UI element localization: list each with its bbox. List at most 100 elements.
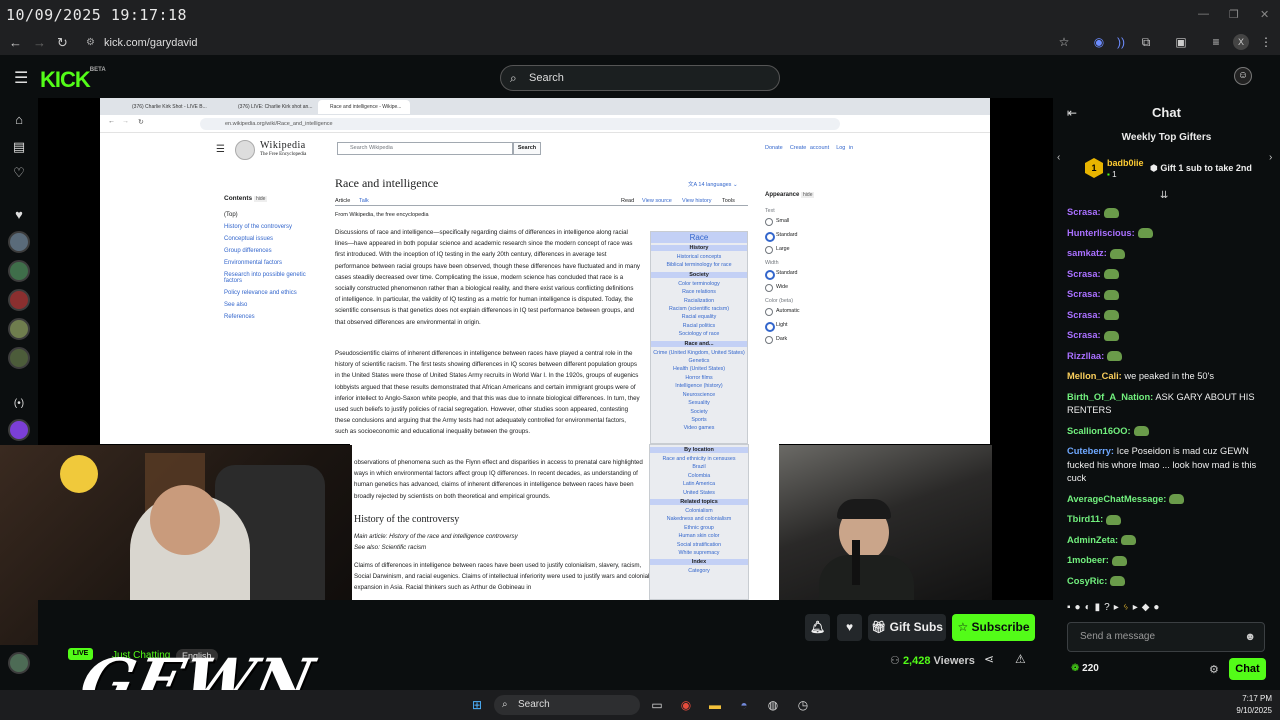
notification-bell-button[interactable]: 🔔︎	[805, 614, 830, 641]
share-icon[interactable]: ⋖	[984, 652, 994, 666]
gifter-name[interactable]: badb0iie	[1107, 158, 1144, 168]
chat-username[interactable]: Rizzllaa:	[1067, 351, 1104, 361]
report-icon[interactable]: ⚠	[1015, 652, 1026, 666]
channel-avatar[interactable]	[8, 347, 30, 369]
chat-username[interactable]: Scrasa:	[1067, 289, 1101, 299]
toc-title: Contents hide	[224, 195, 268, 202]
channel-avatar[interactable]	[8, 231, 30, 253]
chat-username[interactable]: samkatz:	[1067, 248, 1107, 258]
windows-start-icon[interactable]: ⊞	[468, 696, 486, 714]
gifter-count: ▪ 1	[1107, 170, 1117, 179]
following-heart-icon[interactable]: ♥	[11, 207, 27, 223]
file-explorer-icon[interactable]: ▬	[706, 696, 724, 714]
gifters-next-icon[interactable]: ›	[1269, 152, 1272, 163]
gift-subs-button[interactable]: 🎁︎ Gift Subs	[868, 614, 946, 641]
app-icon[interactable]: ◍	[764, 696, 782, 714]
home-icon[interactable]: ⌂	[11, 112, 27, 128]
infobox-title: Race	[651, 232, 747, 243]
chat-emote-icon	[1103, 289, 1119, 300]
bookmark-star-icon[interactable]: ☆	[1056, 34, 1072, 50]
chat-input[interactable]: Send a message ☻	[1067, 622, 1265, 652]
chat-username[interactable]: Scrasa:	[1067, 269, 1101, 279]
channel-avatar[interactable]	[8, 289, 30, 311]
chat-username[interactable]: Tbird11:	[1067, 514, 1103, 524]
chat-send-button[interactable]: Chat	[1229, 658, 1266, 680]
taskbar-search[interactable]: ⌕ Search	[494, 695, 640, 715]
channel-avatar[interactable]	[8, 419, 30, 441]
wiki-tagline: The Free Encyclopedia	[260, 152, 307, 157]
task-view-icon[interactable]: ▭	[648, 696, 666, 714]
chat-emote-icon	[1103, 330, 1119, 341]
chat-messages: Scrasa: Hunterliscious: samkatz: Scrasa: Scr…	[1067, 206, 1267, 595]
emoji-icon[interactable]: ☻	[1244, 623, 1256, 651]
chat-username[interactable]: AverageChatMessage:	[1067, 494, 1166, 504]
infobox-link: Racial equality	[681, 314, 717, 321]
search-icon: ⌕	[510, 71, 517, 85]
chat-message: Scrasa:	[1067, 288, 1267, 302]
menu-lines-icon[interactable]: ≡	[1208, 34, 1224, 50]
profile-avatar-icon[interactable]: X	[1233, 34, 1249, 50]
chat-message: Scrasa:	[1067, 206, 1267, 220]
chat-settings-icon[interactable]: ⚙	[1209, 663, 1219, 676]
channel-avatar[interactable]	[8, 260, 30, 282]
chat-username[interactable]: Scrasa:	[1067, 310, 1101, 320]
close-icon[interactable]: ✕	[1260, 8, 1269, 21]
infobox-link: Social stratification	[676, 541, 722, 548]
chat-emote-icon	[1133, 426, 1149, 437]
chat-username[interactable]: AdminZeta:	[1067, 535, 1118, 545]
wiki-top-links: Donate Create account Log in	[765, 145, 854, 151]
search-input[interactable]: ⌕ Search	[500, 65, 780, 91]
chat-username[interactable]: Scrasa:	[1067, 207, 1101, 217]
address-bar[interactable]: ⚙ kick.com/garydavid	[80, 34, 1080, 52]
clock-app-icon[interactable]: ◷	[794, 696, 812, 714]
minimize-icon[interactable]: —	[1198, 8, 1209, 20]
weekly-top-gifters: Weekly Top Gifters ‹ › 1 badb0iie ▪ 1 ⬢ …	[1057, 132, 1273, 179]
reload-icon[interactable]: ↻	[57, 35, 68, 51]
hamburger-icon[interactable]: ☰	[14, 68, 28, 88]
gifters-prev-icon[interactable]: ‹	[1057, 152, 1060, 163]
browse-icon[interactable]: ▤	[11, 139, 27, 155]
chat-username[interactable]: Scrasa:	[1067, 330, 1101, 340]
more-vert-icon[interactable]: ⋮	[1258, 34, 1274, 50]
chat-username[interactable]: Cuteberry:	[1067, 446, 1114, 456]
broadcast-icon[interactable]: (•)	[11, 396, 27, 412]
channel-avatar[interactable]	[8, 652, 30, 674]
chat-username[interactable]: Mellon_Cali:	[1067, 371, 1122, 381]
chat-username[interactable]: Scallion16OO:	[1067, 426, 1131, 436]
system-clock: 7:17 PM 9/10/2025	[1236, 694, 1272, 715]
appearance-radio: Wide	[765, 284, 855, 292]
sidebar-icon[interactable]: ▣	[1173, 34, 1189, 50]
infobox-link: Crime (United Kingdom, United States)	[653, 349, 745, 356]
infobox-link: Sexuality	[688, 400, 710, 407]
chat-message: samkatz:	[1067, 247, 1267, 261]
chat-title: Chat	[1152, 105, 1181, 120]
chat-username[interactable]: Birth_Of_A_Nation:	[1067, 392, 1153, 402]
chrome-icon[interactable]: ◉	[677, 696, 695, 714]
site-info-icon[interactable]: ⚙	[86, 34, 95, 52]
discord-icon[interactable]: ◓	[735, 696, 753, 714]
chat-username[interactable]: 1mobeer:	[1067, 555, 1109, 565]
forward-icon[interactable]: →	[33, 35, 46, 50]
appearance-radio: Standard	[765, 270, 855, 280]
chat-emote-icon	[1106, 514, 1122, 525]
chat-username[interactable]: CosyRic:	[1067, 576, 1107, 586]
chat-panel: ⇤ Chat Weekly Top Gifters ‹ › 1 badb0iie…	[1053, 100, 1280, 690]
following-icon[interactable]: ♡	[11, 165, 27, 181]
follow-heart-button[interactable]: ♥	[837, 614, 862, 641]
chat-username[interactable]: Hunterliscious:	[1067, 228, 1135, 238]
infobox-link: Video games	[683, 425, 715, 432]
channel-points[interactable]: ❁ 220	[1071, 663, 1099, 674]
appearance-radio: Dark	[765, 336, 855, 344]
subscribe-button[interactable]: ☆ Subscribe	[952, 614, 1035, 641]
extension-icon[interactable]: ◉	[1091, 34, 1107, 50]
pinned-toggle-icon[interactable]: ⇊	[1160, 190, 1168, 201]
user-avatar-icon[interactable]: ☺	[1234, 67, 1252, 85]
infobox-link: United States	[683, 489, 715, 496]
back-icon[interactable]: ←	[9, 35, 22, 50]
puzzle-icon[interactable]: ⧉	[1138, 34, 1154, 50]
audio-icon[interactable]: ))	[1113, 34, 1129, 50]
kick-logo[interactable]: KICKBETA	[40, 67, 106, 93]
maximize-icon[interactable]: ❐	[1229, 8, 1239, 21]
emote-bar[interactable]: ▪●◐▮?▸ᛃ▸◆●	[1067, 602, 1267, 618]
channel-avatar[interactable]	[8, 318, 30, 340]
